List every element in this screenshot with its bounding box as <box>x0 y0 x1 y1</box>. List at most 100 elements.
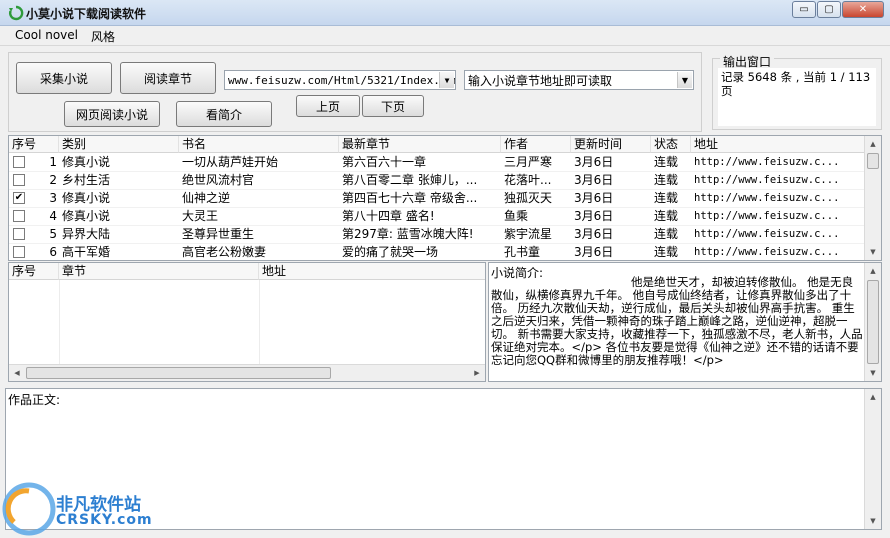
maximize-button[interactable]: ▢ <box>817 1 841 18</box>
cell-latest-chapter: 第八百零二章 张婶儿，... <box>342 173 478 187</box>
novel-table: 序号 类别 书名 最新章节 作者 更新时间 状态 地址 1 修真小说 一切从葫芦娃开… <box>8 135 882 261</box>
table-row[interactable]: 2 乡村生活 绝世风流村官 第八百零二章 张婶儿，... 花落叶... 3月6日 连载 htt… <box>9 171 881 190</box>
menu-style[interactable]: 风格 <box>91 28 115 45</box>
row-checkbox[interactable] <box>13 228 25 240</box>
cell-url: http://www.feisuzw.c... <box>694 228 840 240</box>
cell-update-time: 3月6日 <box>574 227 614 241</box>
cell-title: 绝世风流村官 <box>182 173 255 187</box>
cell-no: 6 <box>49 245 57 259</box>
url-value: www.feisuzw.com/Html/5321/Index.htm <box>228 73 456 87</box>
cell-update-time: 3月6日 <box>574 191 614 205</box>
cell-category: 异界大陆 <box>62 227 111 241</box>
watermark-en: CRSKY.com <box>56 512 153 528</box>
cell-category: 高干军婚 <box>62 245 111 259</box>
row-checkbox[interactable] <box>13 246 25 258</box>
intro-scrollbar[interactable]: ▲ ▼ <box>864 263 881 381</box>
chapter-col-header-chapter[interactable]: 章节 <box>59 263 259 280</box>
cell-title: 圣尊异世重生 <box>182 227 255 241</box>
cell-latest-chapter: 第297章: 蓝雪冰魄大阵! <box>342 227 474 241</box>
minimize-button[interactable]: ▭ <box>792 1 816 18</box>
cell-update-time: 3月6日 <box>574 245 614 259</box>
novel-table-scrollbar[interactable]: ▲ ▼ <box>864 136 881 260</box>
table-row[interactable]: 6 高干军婚 高官老公粉嫩妻 爱的痛了就哭一场 孔书童 3月6日 连载 http://www.… <box>9 243 881 260</box>
row-checkbox[interactable] <box>13 174 25 186</box>
cell-title: 仙神之逆 <box>182 191 231 205</box>
scroll-up-icon[interactable]: ▲ <box>865 389 881 405</box>
table-row[interactable]: 4 修真小说 大灵王 第八十四章 盛名! 鱼乘 3月6日 连载 http://www.feis… <box>9 207 881 226</box>
cell-url: http://www.feisuzw.c... <box>694 174 840 186</box>
cell-no: 3 <box>49 191 57 205</box>
row-checkbox[interactable] <box>13 156 25 168</box>
scroll-thumb[interactable] <box>867 153 879 169</box>
cell-author: 花落叶... <box>504 173 552 187</box>
close-button[interactable]: ✕ <box>842 1 884 18</box>
scroll-down-icon[interactable]: ▼ <box>865 365 881 381</box>
cell-status: 连载 <box>654 227 679 241</box>
read-chapter-button[interactable]: 阅读章节 <box>120 62 216 94</box>
scroll-up-icon[interactable]: ▲ <box>865 136 881 152</box>
prev-page-button[interactable]: 上页 <box>296 95 360 117</box>
col-header-category[interactable]: 类别 <box>59 136 179 153</box>
collect-novel-button[interactable]: 采集小说 <box>16 62 112 94</box>
cell-category: 修真小说 <box>62 155 111 169</box>
chapter-col-header-url[interactable]: 地址 <box>259 263 485 280</box>
chevron-down-icon[interactable]: ▼ <box>439 72 454 88</box>
col-header-url[interactable]: 地址 <box>691 136 866 153</box>
col-header-author[interactable]: 作者 <box>501 136 571 153</box>
column-divider <box>259 280 260 366</box>
web-read-novel-button[interactable]: 网页阅读小说 <box>64 101 160 127</box>
scroll-thumb[interactable] <box>867 280 879 364</box>
column-divider <box>59 280 60 366</box>
maximize-icon: ▢ <box>824 4 834 15</box>
col-header-latest[interactable]: 最新章节 <box>339 136 501 153</box>
body-scrollbar[interactable]: ▲ ▼ <box>864 389 881 529</box>
menu-bar <box>0 26 890 46</box>
table-row[interactable]: ✔ 3 修真小说 仙神之逆 第四百七十六章 帝级舍... 独孤灭天 3月6日 连载 http:/… <box>9 189 881 208</box>
crsky-logo-icon <box>2 482 56 536</box>
h-scroll-thumb[interactable] <box>26 367 331 379</box>
scroll-down-icon[interactable]: ▼ <box>865 513 881 529</box>
table-row[interactable]: 5 异界大陆 圣尊异世重生 第297章: 蓝雪冰魄大阵! 紫宇流星 3月6日 连载 http:… <box>9 225 881 244</box>
chapter-table: 序号 章节 地址 ◀ ▶ <box>8 262 486 382</box>
cell-status: 连载 <box>654 245 679 259</box>
window-title: 小莫小说下载阅读软件 <box>26 7 147 21</box>
menu-cool-novel[interactable]: Cool novel <box>15 28 78 42</box>
col-header-status[interactable]: 状态 <box>651 136 691 153</box>
app-refresh-icon <box>8 5 24 21</box>
cell-category: 修真小说 <box>62 191 111 205</box>
cell-update-time: 3月6日 <box>574 155 614 169</box>
col-header-time[interactable]: 更新时间 <box>571 136 651 153</box>
cell-author: 三月严寒 <box>504 155 553 169</box>
scroll-left-icon[interactable]: ◀ <box>9 365 25 381</box>
chevron-down-icon[interactable]: ▼ <box>677 72 692 88</box>
cell-status: 连载 <box>654 173 679 187</box>
chapter-col-header-no[interactable]: 序号 <box>9 263 59 280</box>
chapter-url-combobox[interactable]: 输入小说章节地址即可读取 ▼ <box>464 70 694 90</box>
cell-update-time: 3月6日 <box>574 209 614 223</box>
cell-author: 鱼乘 <box>504 209 529 223</box>
cell-no: 5 <box>49 227 57 241</box>
col-header-no[interactable]: 序号 <box>9 136 59 153</box>
minimize-icon: ▭ <box>799 4 809 15</box>
cell-title: 高官老公粉嫩妻 <box>182 245 267 259</box>
cell-latest-chapter: 第四百七十六章 帝级舍... <box>342 191 478 205</box>
scroll-down-icon[interactable]: ▼ <box>865 244 881 260</box>
cell-author: 孔书童 <box>504 245 541 259</box>
view-intro-button[interactable]: 看简介 <box>176 101 272 127</box>
scroll-up-icon[interactable]: ▲ <box>865 263 881 279</box>
output-textbox: 记录 5648 条 , 当前 1 / 113 页 <box>718 68 876 126</box>
intro-panel[interactable]: 小说简介: 他是绝世天才，却被迫转修散仙。 他是无良散仙，纵横修真界九千年。 他… <box>488 262 882 382</box>
row-checkbox[interactable]: ✔ <box>13 192 25 204</box>
cell-no: 1 <box>49 155 57 169</box>
scroll-right-icon[interactable]: ▶ <box>469 365 485 381</box>
col-header-title[interactable]: 书名 <box>179 136 339 153</box>
cell-title: 大灵王 <box>182 209 219 223</box>
next-page-button[interactable]: 下页 <box>362 95 424 117</box>
row-checkbox[interactable] <box>13 210 25 222</box>
chapter-url-placeholder: 输入小说章节地址即可读取 <box>468 73 613 88</box>
chapter-hscrollbar[interactable]: ◀ ▶ <box>9 364 485 381</box>
cell-status: 连载 <box>654 191 679 205</box>
cell-url: http://www.feisuzw.c... <box>694 246 840 258</box>
url-combobox[interactable]: www.feisuzw.com/Html/5321/Index.htm ▼ <box>224 70 456 90</box>
table-row[interactable]: 1 修真小说 一切从葫芦娃开始 第六百六十一章 三月严寒 3月6日 连载 http://www… <box>9 153 881 172</box>
